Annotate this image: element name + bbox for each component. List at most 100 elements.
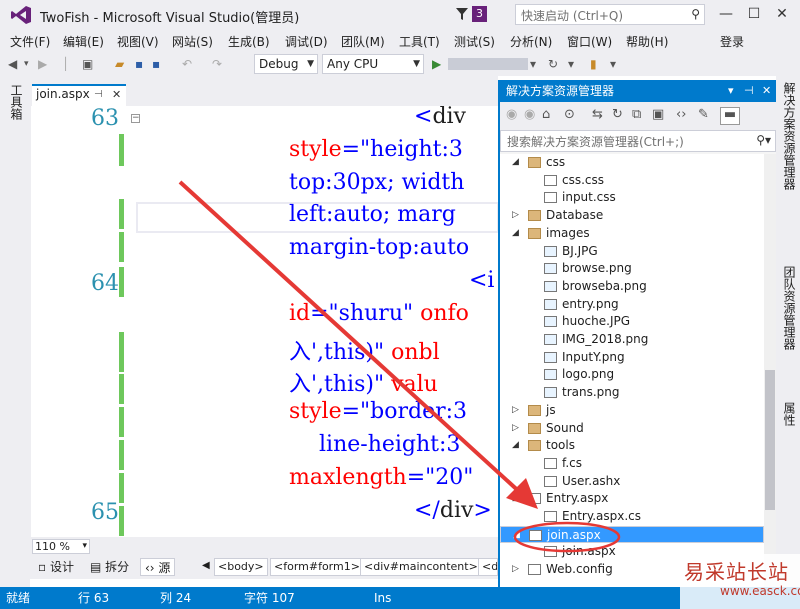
tree-item[interactable]: ◢ images (500, 225, 764, 243)
tree-item[interactable]: ◢ tools (500, 437, 764, 455)
tree-item[interactable]: ◢ join.aspx (500, 525, 764, 544)
solution-explorer-side-tab[interactable]: 解决方案资源管理器 (781, 82, 798, 190)
collapse-icon[interactable]: − (131, 114, 140, 123)
menu-team[interactable]: 团队(M) (341, 33, 385, 50)
collapsed-arrow-icon[interactable]: ▷ (512, 420, 519, 437)
menu-file[interactable]: 文件(F) (10, 33, 50, 50)
new-project-icon[interactable]: ▣ (82, 55, 93, 73)
solution-explorer-search-input[interactable]: 搜索解决方案资源管理器(Ctrl+;) ⚲▾ (500, 130, 776, 152)
browser-dropdown-icon[interactable]: ▾ (530, 55, 536, 73)
expanded-arrow-icon[interactable]: ◢ (512, 154, 519, 171)
save-all-icon[interactable]: ▪ (152, 55, 160, 73)
collapsed-arrow-icon[interactable]: ▷ (512, 207, 519, 224)
close-panel-icon[interactable]: ✕ (762, 80, 771, 102)
menu-edit[interactable]: 编辑(E) (63, 33, 104, 50)
back-icon[interactable]: ◀ (8, 55, 17, 73)
tree-scrollbar-thumb[interactable] (765, 370, 775, 510)
tree-item[interactable]: huoche.JPG (500, 313, 764, 331)
home-icon[interactable]: ⌂ (542, 107, 550, 122)
menu-help[interactable]: 帮助(H) (626, 33, 668, 50)
menu-debug[interactable]: 调试(D) (285, 33, 328, 50)
breadcrumb-body[interactable]: <body> (214, 558, 268, 576)
start-debug-icon[interactable]: ▶ (432, 55, 441, 73)
tree-item[interactable]: css.css (500, 172, 764, 190)
tree-item[interactable]: logo.png (500, 366, 764, 384)
login-link[interactable]: 登录 (720, 33, 744, 50)
show-all-files-icon[interactable]: ▣ (652, 107, 664, 122)
filter-icon[interactable] (455, 6, 469, 25)
preview-icon[interactable]: ▬ (720, 107, 740, 125)
source-view-button[interactable]: ‹› 源 (140, 558, 176, 576)
tree-item[interactable]: browseba.png (500, 278, 764, 296)
back-icon[interactable]: ◉ (506, 107, 517, 122)
tree-item[interactable]: Entry.aspx.cs (500, 508, 764, 526)
expanded-arrow-icon[interactable]: ◢ (512, 437, 519, 454)
minimize-button[interactable]: — (714, 3, 738, 27)
menu-website[interactable]: 网站(S) (172, 33, 213, 50)
toolbar-more-icon[interactable]: ▾ (610, 55, 616, 73)
design-view-button[interactable]: ▫ 设计 (34, 558, 78, 576)
split-view-button[interactable]: ▤ 拆分 (86, 558, 133, 576)
expanded-arrow-icon[interactable]: ◢ (512, 490, 519, 507)
tree-item[interactable]: ▷ js (500, 402, 764, 420)
tree-item[interactable]: browse.png (500, 260, 764, 278)
configuration-select[interactable]: Debug ▼ (254, 54, 318, 74)
crumb-left-icon[interactable]: ◀ (202, 560, 210, 571)
browser-link-dropdown-icon[interactable]: ▾ (568, 55, 574, 73)
expanded-arrow-icon[interactable]: ◢ (513, 527, 520, 544)
tree-item[interactable]: InputY.png (500, 349, 764, 367)
forward-icon[interactable]: ▶ (38, 55, 47, 73)
maximize-button[interactable]: ☐ (742, 3, 766, 27)
toolbox-strip[interactable]: 工具箱 (0, 76, 30, 587)
tree-item[interactable]: ▷ Sound (500, 420, 764, 438)
breadcrumb-form[interactable]: <form#form1> (270, 558, 364, 576)
tree-item[interactable]: entry.png (500, 296, 764, 314)
menu-test[interactable]: 测试(S) (454, 33, 495, 50)
collapse-all-icon[interactable]: ⧉ (632, 107, 641, 122)
tab-join-aspx[interactable]: join.aspx ⊣ ✕ (32, 84, 126, 106)
refresh-icon[interactable]: ↻ (612, 107, 623, 122)
team-explorer-side-tab[interactable]: 团队资源管理器 (781, 266, 798, 350)
notification-badge[interactable]: 3 (472, 6, 487, 22)
view-code-icon[interactable]: ‹› (676, 107, 686, 122)
forward-icon[interactable]: ◉ (524, 107, 535, 122)
zoom-select[interactable]: 110 % ▾ (32, 539, 90, 554)
panel-menu-icon[interactable]: ▾ (728, 80, 734, 102)
tree-item[interactable]: BJ.JPG (500, 243, 764, 261)
tree-item[interactable]: User.ashx (500, 473, 764, 491)
redo-icon[interactable]: ↷ (212, 55, 222, 73)
menu-view[interactable]: 视图(V) (117, 33, 159, 50)
menu-analyze[interactable]: 分析(N) (510, 33, 552, 50)
close-tab-icon[interactable]: ✕ (112, 88, 121, 101)
breadcrumb-more[interactable]: <d (478, 558, 498, 576)
close-button[interactable]: ✕ (770, 3, 794, 27)
sync-icon[interactable]: ⇆ (592, 107, 603, 122)
bookmark-icon[interactable]: ▮ (590, 55, 597, 73)
collapsed-arrow-icon[interactable]: ▷ (512, 402, 519, 419)
tree-item[interactable]: ◢ Entry.aspx (500, 490, 764, 508)
menu-tools[interactable]: 工具(T) (399, 33, 440, 50)
platform-select[interactable]: Any CPU ▼ (322, 54, 424, 74)
tree-item[interactable]: input.css (500, 189, 764, 207)
properties-side-tab[interactable]: 属性 (781, 402, 798, 426)
breadcrumb-div-maincontent[interactable]: <div#maincontent> (360, 558, 482, 576)
properties-icon[interactable]: ✎ (698, 107, 709, 122)
quick-launch-input[interactable]: 快速启动 (Ctrl+Q) ⚲ (515, 4, 705, 25)
menu-window[interactable]: 窗口(W) (567, 33, 612, 50)
open-file-icon[interactable]: ▰ (115, 55, 124, 73)
tree-item[interactable]: trans.png (500, 384, 764, 402)
back-dropdown-icon[interactable]: ▾ (24, 55, 29, 73)
code-editor[interactable]: − 63 64 65 <div style="height:3 top:30px; wid… (30, 106, 498, 537)
tree-item[interactable]: IMG_2018.png (500, 331, 764, 349)
history-icon[interactable]: ⊙ (564, 107, 575, 122)
tree-item[interactable]: ◢ css (500, 154, 764, 172)
refresh-icon[interactable]: ↻ (548, 55, 558, 73)
menu-build[interactable]: 生成(B) (228, 33, 270, 50)
save-icon[interactable]: ▪ (135, 55, 143, 73)
pin-icon[interactable]: ⊣ (94, 89, 103, 100)
tree-item[interactable]: ▷ Database (500, 207, 764, 225)
expanded-arrow-icon[interactable]: ◢ (512, 225, 519, 242)
pin-icon[interactable]: ⊣ (744, 80, 754, 102)
collapsed-arrow-icon[interactable]: ▷ (512, 561, 519, 578)
tree-item[interactable]: f.cs (500, 455, 764, 473)
